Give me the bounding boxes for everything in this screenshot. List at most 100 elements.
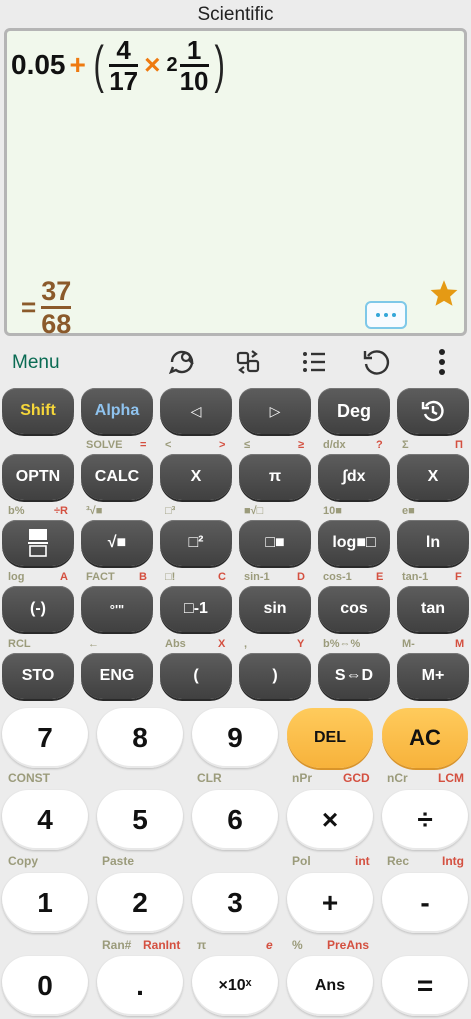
label-comma: , xyxy=(244,638,248,650)
minus-key[interactable]: - xyxy=(382,873,468,933)
square-key[interactable]: □² xyxy=(160,520,232,566)
label-cube: □³ xyxy=(165,505,176,517)
label-const: CONST xyxy=(8,771,50,785)
s-to-d-key[interactable]: S⇔D xyxy=(318,653,390,699)
cursor-right-key[interactable]: ▷ xyxy=(239,388,311,434)
ln-key[interactable]: ln xyxy=(397,520,469,566)
fraction-key[interactable] xyxy=(2,520,74,566)
sto-key[interactable]: STO xyxy=(2,653,74,699)
label-ge: ≥ xyxy=(298,439,305,451)
angle-mode-key[interactable]: Deg xyxy=(318,388,390,434)
shift-key[interactable]: Shift xyxy=(2,388,74,434)
open-paren-key[interactable]: ( xyxy=(160,653,232,699)
convert-icon[interactable] xyxy=(232,346,264,378)
list-icon[interactable] xyxy=(298,346,330,378)
label-X: X xyxy=(218,638,226,650)
log-base-key[interactable]: log■□ xyxy=(318,520,390,566)
label-arrow: ← xyxy=(88,638,99,650)
sin-key[interactable]: sin xyxy=(239,586,311,632)
key-1[interactable]: 1 xyxy=(2,873,88,933)
undo-icon[interactable] xyxy=(360,346,392,378)
label-e: e xyxy=(266,938,273,952)
label-C: C xyxy=(218,571,226,583)
star-icon[interactable] xyxy=(429,279,459,307)
key-7[interactable]: 7 xyxy=(2,708,88,768)
inverse-key[interactable]: □-1 xyxy=(160,586,232,632)
key-4[interactable]: 4 xyxy=(2,790,88,850)
label-bpct: b% xyxy=(8,505,25,517)
ans-key[interactable]: Ans xyxy=(287,956,373,1016)
key-5[interactable]: 5 xyxy=(97,790,183,850)
overflow-menu-icon[interactable] xyxy=(426,346,458,378)
label-E: E xyxy=(376,571,384,583)
cos-key[interactable]: cos xyxy=(318,586,390,632)
history-key[interactable] xyxy=(397,388,469,434)
exponent-key[interactable]: ×10ˣ xyxy=(192,956,278,1016)
expr-plus: + xyxy=(69,49,86,80)
label-log: log xyxy=(8,571,25,583)
close-paren-key[interactable]: ) xyxy=(239,653,311,699)
fraction-2-num: 1 xyxy=(186,34,202,65)
variable-x-key[interactable]: X xyxy=(160,454,232,500)
delete-key[interactable]: DEL xyxy=(287,708,373,768)
label-int: int xyxy=(355,854,370,868)
label-ran: Ran# xyxy=(102,938,132,952)
plus-key[interactable]: + xyxy=(287,873,373,933)
divide-key[interactable]: ÷ xyxy=(382,790,468,850)
multiply-key[interactable]: × xyxy=(287,790,373,850)
eng-key[interactable]: ENG xyxy=(81,653,153,699)
key-2[interactable]: 2 xyxy=(97,873,183,933)
label-paste: Paste xyxy=(102,854,135,868)
optn-key[interactable]: OPTN xyxy=(2,454,74,500)
label-atan: tan-1 xyxy=(402,571,429,583)
calc-key[interactable]: CALC xyxy=(81,454,153,500)
negative-key[interactable]: (-) xyxy=(2,586,74,632)
label-lt: < xyxy=(165,439,172,451)
label-A: A xyxy=(60,571,68,583)
alpha-key[interactable]: Alpha xyxy=(81,388,153,434)
label-factorial: □! xyxy=(165,571,176,583)
label-sum: Σ xyxy=(402,439,409,451)
right-paren: ) xyxy=(213,36,225,94)
key-3[interactable]: 3 xyxy=(192,873,278,933)
cursor-left-key[interactable]: ◁ xyxy=(160,388,232,434)
key-8[interactable]: 8 xyxy=(97,708,183,768)
display-panel[interactable]: 0.05 + ( 4 17 × 2 1 10 ) = 37 68 xyxy=(4,28,467,338)
label-D: D xyxy=(297,571,305,583)
m-plus-key[interactable]: M+ xyxy=(397,653,469,699)
label-Y: Y xyxy=(297,638,305,650)
key-9[interactable]: 9 xyxy=(192,708,278,768)
pi-key[interactable]: π xyxy=(239,454,311,500)
label-ddx: d/dx xyxy=(323,439,346,451)
equals-key[interactable]: = xyxy=(382,956,468,1016)
all-clear-key[interactable]: AC xyxy=(382,708,468,768)
label-M: M xyxy=(455,638,465,650)
label-B: B xyxy=(139,571,147,583)
sqrt-key[interactable]: √■ xyxy=(81,520,153,566)
decimal-point-key[interactable]: . xyxy=(97,956,183,1016)
label-gcd: GCD xyxy=(343,771,370,785)
label-clr: CLR xyxy=(197,771,222,785)
key-6[interactable]: 6 xyxy=(192,790,278,850)
fraction-1-den: 17 xyxy=(109,65,139,96)
result-fraction: 37 68 xyxy=(41,277,72,338)
label-ncr: nCr xyxy=(387,771,408,785)
menu-button[interactable]: Menu xyxy=(12,352,60,374)
label-npr: nPr xyxy=(292,771,313,785)
toolbar: Menu xyxy=(0,340,471,384)
label-pi: π xyxy=(197,938,207,952)
degree-minute-key[interactable]: °'" xyxy=(81,586,153,632)
feedback-icon[interactable] xyxy=(166,346,198,378)
integral-key[interactable]: ∫dx xyxy=(318,454,390,500)
more-options-button[interactable] xyxy=(365,301,407,329)
tan-key[interactable]: tan xyxy=(397,586,469,632)
key-0[interactable]: 0 xyxy=(2,956,88,1016)
label-rcl: RCL xyxy=(8,638,31,650)
label-solve-eq: = xyxy=(140,439,147,451)
label-F: F xyxy=(455,571,462,583)
power-key[interactable]: □■ xyxy=(239,520,311,566)
label-lcm: LCM xyxy=(438,771,464,785)
variable-x2-key[interactable]: X xyxy=(397,454,469,500)
expr-times: × xyxy=(144,49,161,80)
label-question: ? xyxy=(376,439,383,451)
